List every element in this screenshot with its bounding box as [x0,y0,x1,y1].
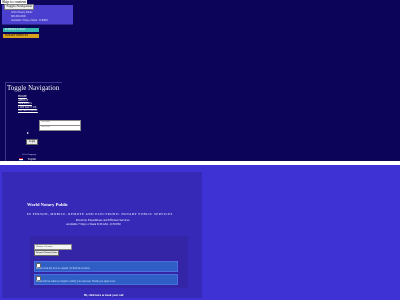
header-band: World Notary Public 800-000-0000 Availab… [0,0,400,161]
hero-band: World Notary Public IN PERSON, MOBILE, R… [0,165,400,300]
nav-item-account[interactable]: MY ACCOUNT [18,109,38,113]
page: World Notary Public 800-000-0000 Availab… [0,0,400,300]
login-button[interactable]: Login [26,139,39,145]
request-quote-button[interactable]: Request Notary Quote [34,250,60,256]
contact-line-2[interactable]: 800-000-0000 [11,15,26,18]
play-icon[interactable] [27,132,29,134]
hero-hours: Available 7 Days a Week 6:30 AM - 6:30 P… [66,222,121,226]
toggle-navigation-button[interactable]: Toggle Navigation [4,4,35,10]
sidebar-heading[interactable]: Toggle Navigation [7,84,59,92]
services-button[interactable]: NOTARY SERVICES [3,34,39,38]
sidebar-navigation: Toggle Navigation HOME ABOUT SERVICES CO… [5,82,81,161]
hero-card: World Notary Public IN PERSON, MOBILE, R… [2,172,202,298]
info-text-1: Please click the icon to expand. To find… [36,267,90,270]
contact-line-3: Available 7 Days a Week · 6:30PM [11,19,48,22]
nav-menu: HOME ABOUT SERVICES CONTACT US MY ACCOUN… [18,94,38,113]
hero-subtitle: IN PERSON, MOBILE, REMOTE AND ELECTRONIC… [27,212,173,216]
info-box-1: Please click the icon to expand. To find… [34,261,178,272]
language-sub-label: Select language [22,154,37,156]
service-panel: Choose a Service Request Notary Quote Pl… [30,236,188,288]
hero-title: World Notary Public [27,202,69,207]
contact-line-1: World Notary Public [11,11,33,14]
book-call-link[interactable]: Hi, click here to book your call [84,293,123,297]
info-text-2: Please find us when we begin to notify y… [36,280,116,283]
info-box-2: Please find us when we begin to notify y… [34,274,178,285]
schedule-button[interactable]: SCHEDULE NOW [3,28,39,32]
password-input[interactable]: Password [39,125,81,131]
